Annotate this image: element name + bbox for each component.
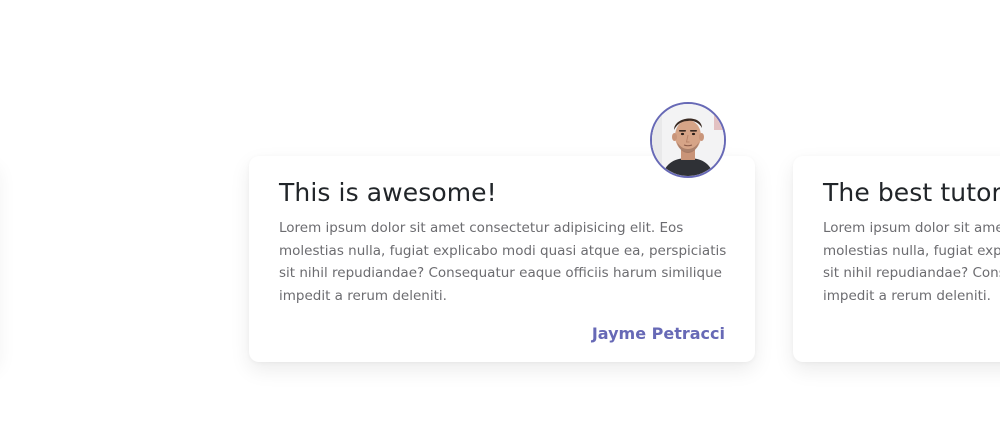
testimonial-text: Lorem ipsum dolor sit amet consectetur a… <box>823 220 1000 304</box>
testimonial-title: The best tutor <box>823 178 1000 207</box>
testimonial-title: This is awesome! <box>279 178 497 207</box>
testimonial-card: This is awesome! Lorem ipsum dolor sit a… <box>249 156 755 362</box>
testimonial-card: The best tutor Lorem ipsum dolor sit ame… <box>793 156 1000 362</box>
testimonial-carousel: This is awesome! Lorem ipsum dolor sit a… <box>0 0 1000 448</box>
avatar <box>650 102 726 178</box>
testimonial-author: Jayme Petracci <box>591 324 725 343</box>
testimonial-text: Lorem ipsum dolor sit amet consectetur a… <box>279 220 727 304</box>
person-avatar-icon <box>652 104 724 176</box>
